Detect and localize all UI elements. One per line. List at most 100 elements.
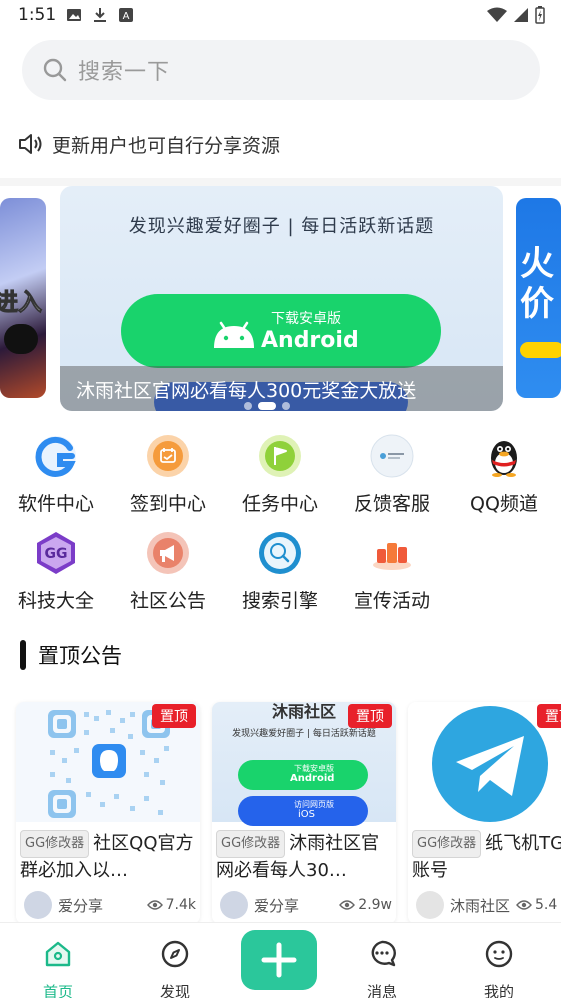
banner-caption: 沐雨社区官网必看每人300元奖金大放送: [76, 380, 417, 402]
card-thumbnail-qr: 置顶: [16, 702, 200, 822]
banner-prev-character: [4, 324, 38, 354]
nav-messages[interactable]: 消息: [342, 929, 422, 998]
avatar[interactable]: [24, 891, 52, 919]
grid-feedback[interactable]: 反馈客服: [336, 434, 448, 524]
compass-icon: [161, 940, 189, 968]
checkin-icon: [147, 435, 189, 477]
battery-icon: [535, 6, 545, 24]
add-post-button[interactable]: [241, 930, 317, 990]
grid-label: 科技大全: [17, 590, 94, 612]
grid-checkin-center[interactable]: 签到中心: [112, 434, 224, 524]
card-title: GG修改器 纸飞机TG账号: [412, 830, 561, 884]
grid-label: 搜索引擎: [241, 590, 318, 612]
card-tag: GG修改器: [412, 830, 482, 858]
gg-tech-icon: GG: [37, 532, 75, 574]
nav-discover[interactable]: 发现: [135, 929, 215, 998]
message-icon: [371, 940, 396, 967]
banner-dot: [282, 402, 290, 410]
card-view-count: 2.9w: [358, 897, 392, 913]
a-box-icon: A: [119, 8, 133, 22]
card-thumb-android-big: Android: [290, 773, 335, 784]
card-thumb-ios-big: iOS: [298, 809, 315, 820]
grid-label: 宣传活动: [353, 590, 430, 612]
avatar[interactable]: [220, 891, 248, 919]
banner-indicator: [244, 402, 290, 410]
notification-icons: A: [66, 7, 134, 23]
pinned-section-header: 置顶公告: [20, 640, 122, 670]
grid-community-notice[interactable]: 社区公告: [112, 531, 224, 621]
announcement-icon: [147, 532, 189, 574]
card-title: GG修改器 社区QQ官方群必加入以…: [20, 830, 196, 884]
pinned-badge: 置顶: [152, 704, 196, 728]
promotion-icon: [373, 543, 411, 570]
grid-software-center[interactable]: 软件中心: [0, 434, 112, 524]
grid-label: 社区公告: [129, 590, 206, 612]
download-icon: [94, 8, 106, 22]
banner-next-button: [520, 342, 561, 358]
card-thumb-ios-button: 访问网页版 iOS: [238, 796, 368, 826]
pinned-badge: 置顶: [348, 704, 392, 728]
avatar[interactable]: [416, 891, 444, 919]
speaker-icon: [19, 134, 42, 154]
feedback-logo-icon: [370, 434, 414, 478]
grid-task-center[interactable]: 任务中心: [224, 434, 336, 524]
pinned-badge: 置顶: [537, 704, 561, 728]
android-icon: [214, 321, 254, 348]
banner-prev-slide[interactable]: 进入: [0, 198, 46, 398]
nav-profile[interactable]: 我的: [459, 929, 539, 998]
grid-label: 反馈客服: [353, 493, 430, 515]
banner-dot: [244, 402, 252, 410]
grid-promotion[interactable]: 宣传活动: [336, 531, 448, 621]
section-divider: [0, 178, 561, 186]
card-tag: GG修改器: [20, 830, 90, 858]
card-title: GG修改器 沐雨社区官网必看每人30…: [216, 830, 392, 884]
home-icon: [45, 941, 71, 967]
card-tag: GG修改器: [216, 830, 286, 858]
profile-icon: [485, 940, 513, 968]
software-center-icon: [35, 436, 76, 477]
android-button-title: Android: [261, 328, 359, 353]
card-view-count: 7.4k: [165, 897, 196, 913]
grid-label: 任务中心: [241, 493, 318, 515]
card-views: 2.9w: [339, 897, 392, 913]
grid-tech-collection[interactable]: GG 科技大全: [0, 531, 112, 621]
card-views: 7.4k: [146, 897, 196, 913]
card-thumbnail-banner: 沐雨社区 发现兴趣爱好圈子 | 每日活跃新话题 下载安卓版 Android 访问…: [212, 702, 396, 826]
notice-bar[interactable]: 更新用户也可自行分享资源: [18, 128, 548, 160]
banner-next-label: 火价: [520, 244, 554, 324]
banner-next-slide[interactable]: 火价: [516, 198, 561, 398]
section-title-bar: [20, 640, 26, 670]
nav-home[interactable]: 首页: [18, 929, 98, 998]
card-author: 爱分享: [58, 896, 104, 915]
nav-label: 发现: [159, 983, 190, 998]
image-notification-icon: [67, 9, 81, 21]
svg-text:A: A: [123, 11, 130, 22]
eye-icon: [516, 900, 532, 910]
nav-label: 我的: [483, 983, 514, 998]
nav-label: 首页: [42, 983, 73, 998]
search-engine-icon: [259, 532, 301, 574]
pinned-card[interactable]: 置顶 GG修改器纸飞机TG账号 沐雨社区 5.4: [408, 702, 561, 924]
card-author: 沐雨社区: [450, 896, 511, 915]
card-views: 5.4: [516, 897, 557, 913]
grid-search-engine[interactable]: 搜索引擎: [224, 531, 336, 621]
search-input[interactable]: 搜索一下: [22, 40, 540, 100]
grid-qq-channel[interactable]: QQ频道: [448, 434, 560, 524]
card-meta: 爱分享 7.4k: [24, 890, 196, 920]
banner-prev-label: 进入: [0, 288, 43, 317]
notice-text: 更新用户也可自行分享资源: [52, 134, 281, 157]
nav-label: 消息: [366, 983, 397, 998]
pinned-card[interactable]: 沐雨社区 发现兴趣爱好圈子 | 每日活跃新话题 下载安卓版 Android 访问…: [212, 702, 396, 924]
eye-icon: [339, 900, 356, 910]
banner-dot-active: [258, 402, 276, 410]
card-thumb-android-button: 下载安卓版 Android: [238, 760, 368, 790]
pinned-card[interactable]: 置顶 GG修改器 社区QQ官方群必加入以… 爱分享 7.4k: [16, 702, 200, 924]
system-icons: [487, 6, 545, 24]
banner-slide[interactable]: 发现兴趣爱好圈子 | 每日活跃新话题 下载安卓版 Android 沐雨社区官网必…: [60, 186, 503, 411]
download-android-button[interactable]: 下载安卓版 Android: [121, 294, 441, 368]
qq-penguin-icon: [491, 441, 517, 477]
search-placeholder: 搜索一下: [78, 60, 171, 85]
section-title: 置顶公告: [38, 644, 122, 668]
banner-headline: 发现兴趣爱好圈子 | 每日活跃新话题: [128, 216, 435, 237]
card-author: 爱分享: [254, 896, 300, 915]
